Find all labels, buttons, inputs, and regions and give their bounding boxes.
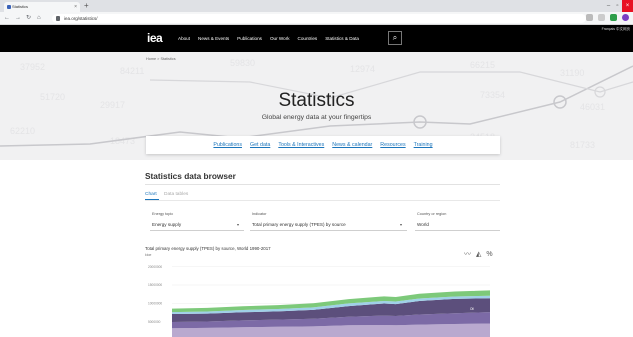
y-tick-label: 10000000 bbox=[148, 302, 162, 306]
star-icon[interactable] bbox=[598, 14, 605, 21]
reload-icon[interactable]: ↻ bbox=[26, 14, 31, 23]
url-text: iea.org/statistics/ bbox=[64, 16, 98, 21]
country-underline bbox=[415, 230, 500, 231]
search-icon: ⌕ bbox=[392, 33, 398, 42]
language-links[interactable]: Français 中文网页 bbox=[602, 27, 630, 32]
close-tab-icon[interactable]: × bbox=[74, 2, 77, 12]
svg-text:31190: 31190 bbox=[560, 68, 584, 78]
lock-icon bbox=[56, 16, 60, 21]
subnav-get-data[interactable]: Get data bbox=[250, 142, 270, 148]
energy-topic-underline bbox=[150, 230, 244, 231]
indicator-select[interactable]: Total primary energy supply (TPES) by so… bbox=[252, 222, 346, 227]
svg-text:12974: 12974 bbox=[350, 64, 375, 74]
nav-item-news-events[interactable]: News & Events bbox=[198, 36, 229, 41]
svg-text:66215: 66215 bbox=[470, 60, 495, 70]
y-tick-label: 5000000 bbox=[148, 320, 161, 324]
site-search-button[interactable]: ⌕ bbox=[388, 31, 402, 45]
country-label: Country or region bbox=[417, 212, 447, 216]
back-icon[interactable]: ← bbox=[4, 14, 10, 23]
site-header: iea About News & Events Publications Our… bbox=[0, 25, 633, 52]
maximize-icon[interactable]: ▫ bbox=[613, 0, 622, 12]
chevron-down-icon[interactable]: ▾ bbox=[237, 222, 239, 227]
breadcrumb[interactable]: Home > Statistics bbox=[146, 57, 176, 61]
svg-text:84211: 84211 bbox=[120, 66, 144, 76]
window-controls: – ▫ × bbox=[604, 0, 633, 12]
nav-item-about[interactable]: About bbox=[178, 36, 190, 41]
address-bar: ← → ↻ ⌂ iea.org/statistics/ bbox=[0, 12, 633, 25]
country-select[interactable]: World bbox=[417, 222, 429, 227]
series-label: Oil bbox=[470, 307, 474, 311]
section-divider bbox=[145, 184, 500, 185]
statistics-subnav: Publications Get data Tools & Interactiv… bbox=[146, 136, 500, 154]
tpes-area-chart: 20000000 15000000 10000000 5000000 Natural g… bbox=[148, 265, 490, 337]
browser-tab[interactable]: Statistics × bbox=[4, 2, 80, 12]
svg-text:59830: 59830 bbox=[230, 58, 255, 68]
y-tick-label: 15000000 bbox=[148, 283, 162, 287]
tabs-divider bbox=[145, 200, 500, 201]
subnav-tools-interactives[interactable]: Tools & Interactives bbox=[278, 142, 324, 148]
extension-icon[interactable] bbox=[610, 14, 617, 21]
chevron-down-icon[interactable]: ▾ bbox=[400, 222, 402, 227]
indicator-label: Indicator bbox=[252, 212, 267, 216]
nav-item-countries[interactable]: Countries bbox=[298, 36, 318, 41]
percent-icon[interactable]: % bbox=[486, 251, 492, 258]
nav-item-our-work[interactable]: Our Work bbox=[270, 36, 290, 41]
svg-text:62210: 62210 bbox=[10, 126, 35, 136]
main-nav: About News & Events Publications Our Wor… bbox=[178, 25, 359, 52]
area-chart-icon[interactable]: ◭ bbox=[476, 250, 481, 258]
favicon-icon bbox=[7, 5, 11, 9]
forward-icon[interactable]: → bbox=[15, 14, 21, 23]
url-input[interactable]: iea.org/statistics/ bbox=[52, 14, 586, 23]
energy-topic-label: Energy topic bbox=[152, 212, 174, 216]
section-title: Statistics data browser bbox=[145, 171, 236, 181]
close-window-icon[interactable]: × bbox=[622, 0, 633, 12]
new-tab-icon[interactable]: + bbox=[84, 1, 89, 11]
tab-chart[interactable]: Chart bbox=[145, 192, 157, 197]
indicator-underline bbox=[250, 230, 407, 231]
subnav-resources[interactable]: Resources bbox=[380, 142, 405, 148]
browser-tab-title: Statistics bbox=[12, 4, 29, 9]
page-subtitle: Global energy data at your fingertips bbox=[261, 114, 372, 121]
tab-data-tables[interactable]: Data tables bbox=[164, 192, 188, 197]
extension-icons bbox=[586, 14, 629, 21]
minimize-icon[interactable]: – bbox=[604, 0, 613, 12]
series-label: Natural gas bbox=[462, 287, 479, 291]
svg-text:37952: 37952 bbox=[20, 62, 45, 72]
iea-logo[interactable]: iea bbox=[147, 31, 163, 45]
zoom-icon[interactable] bbox=[586, 14, 593, 21]
chart-title: Total primary energy supply (TPES) by so… bbox=[145, 246, 271, 251]
profile-icon[interactable] bbox=[622, 14, 629, 21]
subnav-news-calendar[interactable]: News & calendar bbox=[332, 142, 372, 148]
chart-unit: ktoe bbox=[145, 253, 152, 257]
browser-tab-strip: Statistics × + – ▫ × bbox=[0, 0, 633, 12]
y-tick-label: 20000000 bbox=[148, 265, 162, 269]
energy-topic-select[interactable]: Energy supply bbox=[152, 222, 181, 227]
svg-text:81733: 81733 bbox=[570, 140, 595, 150]
nav-item-statistics-data[interactable]: Statistics & Data bbox=[325, 36, 359, 41]
home-icon[interactable]: ⌂ bbox=[37, 14, 41, 23]
page-title: Statistics bbox=[278, 90, 355, 111]
subnav-publications[interactable]: Publications bbox=[213, 142, 242, 148]
nav-item-publications[interactable]: Publications bbox=[237, 36, 262, 41]
subnav-training[interactable]: Training bbox=[414, 142, 433, 148]
